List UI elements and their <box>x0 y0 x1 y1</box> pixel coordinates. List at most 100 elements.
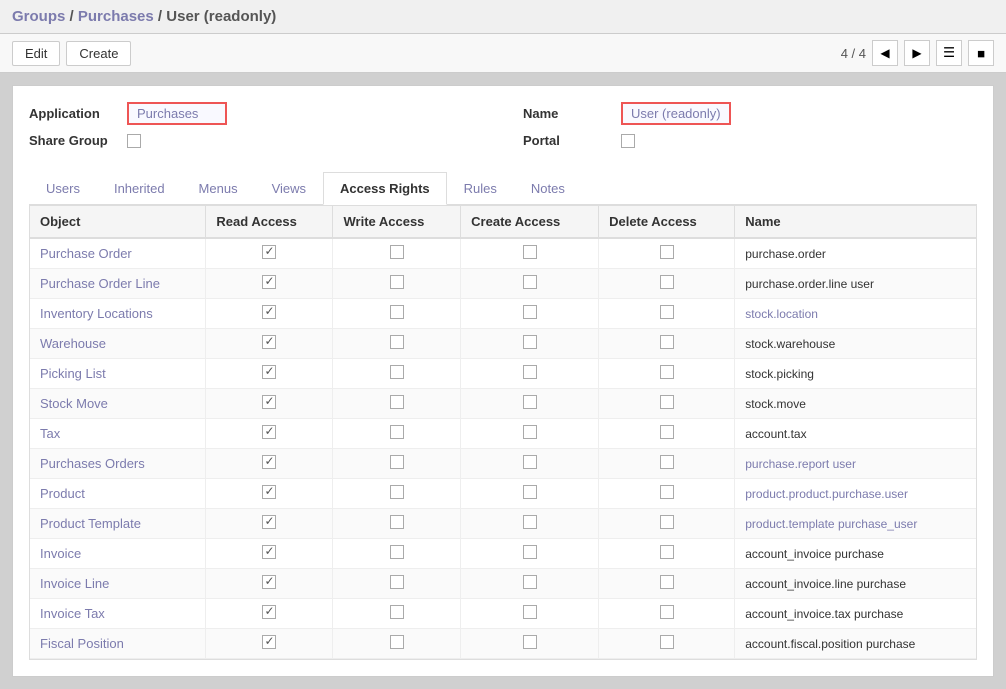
create-checkbox[interactable] <box>523 545 537 559</box>
form-view-button[interactable]: ■ <box>968 40 994 66</box>
cell-write <box>333 569 461 599</box>
create-checkbox[interactable] <box>523 425 537 439</box>
write-checkbox[interactable] <box>390 395 404 409</box>
cell-create <box>461 238 599 269</box>
tab-menus[interactable]: Menus <box>182 172 255 204</box>
create-checkbox[interactable] <box>523 335 537 349</box>
create-button[interactable]: Create <box>66 41 131 66</box>
tab-notes[interactable]: Notes <box>514 172 582 204</box>
create-checkbox[interactable] <box>523 515 537 529</box>
col-header-delete: Delete Access <box>599 206 735 238</box>
delete-checkbox[interactable] <box>660 485 674 499</box>
read-checkbox[interactable] <box>262 365 276 379</box>
create-checkbox[interactable] <box>523 305 537 319</box>
read-checkbox[interactable] <box>262 245 276 259</box>
cell-name: account_invoice.tax purchase <box>735 599 976 629</box>
form-fields: Application Purchases Share Group Name U… <box>29 102 977 156</box>
cell-delete <box>599 359 735 389</box>
cell-delete <box>599 569 735 599</box>
name-value[interactable]: User (readonly) <box>621 102 731 125</box>
create-checkbox[interactable] <box>523 485 537 499</box>
breadcrumb-groups-link[interactable]: Groups <box>12 8 65 25</box>
read-checkbox[interactable] <box>262 275 276 289</box>
tab-rules[interactable]: Rules <box>447 172 514 204</box>
create-checkbox[interactable] <box>523 245 537 259</box>
create-checkbox[interactable] <box>523 365 537 379</box>
cell-write <box>333 359 461 389</box>
write-checkbox[interactable] <box>390 425 404 439</box>
table-body: Purchase Order purchase.order Purchase O… <box>30 238 976 659</box>
tab-users[interactable]: Users <box>29 172 97 204</box>
cell-object: Warehouse <box>30 329 206 359</box>
main-content: Application Purchases Share Group Name U… <box>0 73 1006 689</box>
prev-page-button[interactable]: ◀ <box>872 40 898 66</box>
read-checkbox[interactable] <box>262 335 276 349</box>
delete-checkbox[interactable] <box>660 455 674 469</box>
read-checkbox[interactable] <box>262 635 276 649</box>
read-checkbox[interactable] <box>262 575 276 589</box>
read-checkbox[interactable] <box>262 425 276 439</box>
write-checkbox[interactable] <box>390 545 404 559</box>
table-row: Purchases Orders purchase.report user <box>30 449 976 479</box>
cell-write <box>333 238 461 269</box>
read-checkbox[interactable] <box>262 485 276 499</box>
tab-views[interactable]: Views <box>255 172 323 204</box>
create-checkbox[interactable] <box>523 275 537 289</box>
create-checkbox[interactable] <box>523 395 537 409</box>
create-checkbox[interactable] <box>523 635 537 649</box>
delete-checkbox[interactable] <box>660 245 674 259</box>
tabs: Users Inherited Menus Views Access Right… <box>29 172 977 205</box>
create-checkbox[interactable] <box>523 575 537 589</box>
delete-checkbox[interactable] <box>660 305 674 319</box>
tab-access-rights[interactable]: Access Rights <box>323 172 447 205</box>
tab-inherited[interactable]: Inherited <box>97 172 182 204</box>
cell-create <box>461 299 599 329</box>
cell-read <box>206 599 333 629</box>
read-checkbox[interactable] <box>262 545 276 559</box>
delete-checkbox[interactable] <box>660 425 674 439</box>
next-page-button[interactable]: ▶ <box>904 40 930 66</box>
read-checkbox[interactable] <box>262 605 276 619</box>
write-checkbox[interactable] <box>390 635 404 649</box>
cell-delete <box>599 238 735 269</box>
write-checkbox[interactable] <box>390 605 404 619</box>
left-fields: Application Purchases Share Group <box>29 102 483 156</box>
delete-checkbox[interactable] <box>660 275 674 289</box>
write-checkbox[interactable] <box>390 485 404 499</box>
pagination-text: 4 / 4 <box>841 46 866 61</box>
read-checkbox[interactable] <box>262 515 276 529</box>
write-checkbox[interactable] <box>390 305 404 319</box>
write-checkbox[interactable] <box>390 245 404 259</box>
delete-checkbox[interactable] <box>660 395 674 409</box>
portal-group: Portal <box>523 133 977 148</box>
delete-checkbox[interactable] <box>660 635 674 649</box>
delete-checkbox[interactable] <box>660 515 674 529</box>
write-checkbox[interactable] <box>390 275 404 289</box>
write-checkbox[interactable] <box>390 515 404 529</box>
cell-read <box>206 569 333 599</box>
delete-checkbox[interactable] <box>660 575 674 589</box>
breadcrumb-purchases-link[interactable]: Purchases <box>78 8 154 25</box>
write-checkbox[interactable] <box>390 575 404 589</box>
share-group-label: Share Group <box>29 133 119 148</box>
read-checkbox[interactable] <box>262 305 276 319</box>
application-value[interactable]: Purchases <box>127 102 227 125</box>
read-checkbox[interactable] <box>262 455 276 469</box>
delete-checkbox[interactable] <box>660 605 674 619</box>
write-checkbox[interactable] <box>390 335 404 349</box>
edit-button[interactable]: Edit <box>12 41 60 66</box>
share-group-checkbox[interactable] <box>127 134 141 148</box>
create-checkbox[interactable] <box>523 455 537 469</box>
delete-checkbox[interactable] <box>660 545 674 559</box>
write-checkbox[interactable] <box>390 455 404 469</box>
delete-checkbox[interactable] <box>660 365 674 379</box>
write-checkbox[interactable] <box>390 365 404 379</box>
table-row: Product product.product.purchase.user <box>30 479 976 509</box>
read-checkbox[interactable] <box>262 395 276 409</box>
table-row: Picking List stock.picking <box>30 359 976 389</box>
col-header-name: Name <box>735 206 976 238</box>
portal-checkbox[interactable] <box>621 134 635 148</box>
delete-checkbox[interactable] <box>660 335 674 349</box>
create-checkbox[interactable] <box>523 605 537 619</box>
list-view-button[interactable]: ☰ <box>936 40 962 66</box>
